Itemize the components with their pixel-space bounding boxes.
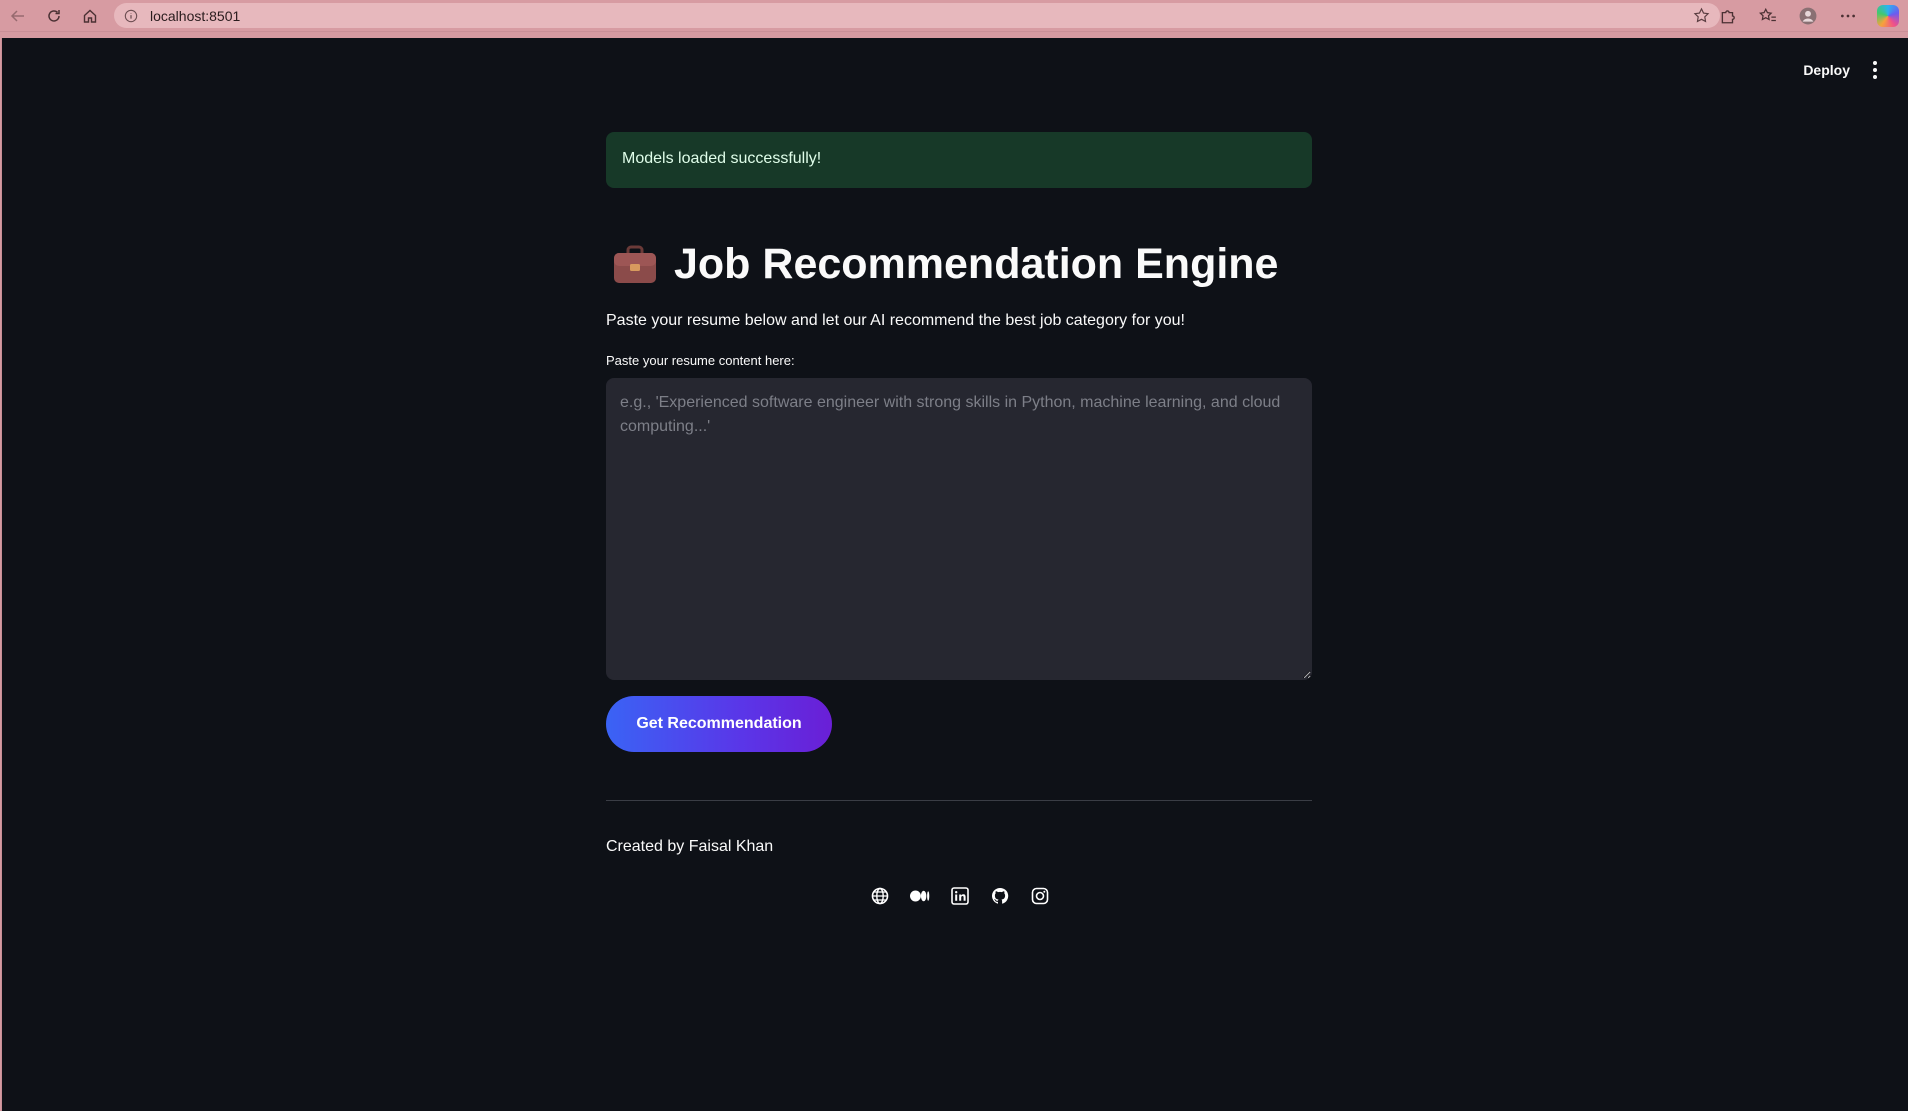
address-bar[interactable]: localhost:8501	[114, 3, 1720, 28]
medium-link[interactable]	[910, 886, 930, 906]
credit-text: Created by Faisal Khan	[606, 838, 774, 855]
get-recommendation-button[interactable]: Get Recommendation	[606, 696, 832, 752]
back-arrow-icon	[10, 9, 24, 22]
website-link[interactable]	[870, 886, 890, 906]
app-viewport: Deploy Models loaded successfully! Job R…	[1, 38, 1908, 1111]
copilot-button[interactable]	[1868, 0, 1908, 32]
instagram-icon	[1031, 887, 1049, 905]
social-links	[870, 886, 1070, 906]
more-options-button[interactable]	[1828, 0, 1868, 32]
site-info-icon[interactable]	[124, 9, 138, 23]
page-subtitle: Paste your resume below and let our AI r…	[606, 312, 1185, 329]
linkedin-link[interactable]	[950, 886, 970, 906]
back-button[interactable]	[0, 0, 36, 32]
globe-icon	[871, 887, 889, 905]
reload-icon	[48, 9, 60, 22]
puzzle-icon	[1721, 10, 1735, 24]
ellipsis-icon	[1841, 14, 1855, 18]
browser-toolbar: localhost:8501	[0, 0, 1908, 32]
title-text: Job Recommendation Engine	[674, 240, 1279, 288]
linkedin-icon	[951, 887, 969, 905]
github-icon	[991, 887, 1009, 904]
home-button[interactable]	[72, 0, 108, 32]
home-icon	[83, 9, 97, 23]
deploy-button[interactable]: Deploy	[1803, 62, 1850, 78]
browser-actions	[1708, 0, 1908, 32]
url-text: localhost:8501	[150, 7, 241, 24]
resume-input[interactable]	[606, 378, 1312, 680]
medium-icon	[910, 890, 930, 902]
github-link[interactable]	[990, 886, 1010, 906]
favorites-button[interactable]	[1748, 0, 1788, 32]
instagram-link[interactable]	[1030, 886, 1050, 906]
page-title: Job Recommendation Engine	[612, 240, 1278, 289]
favorites-icon	[1759, 7, 1776, 22]
main-menu-icon[interactable]	[1868, 60, 1882, 80]
copilot-icon	[1877, 5, 1899, 27]
extensions-button[interactable]	[1708, 0, 1748, 32]
resume-input-label: Paste your resume content here:	[606, 353, 795, 368]
reload-button[interactable]	[36, 0, 72, 32]
success-alert: Models loaded successfully!	[606, 132, 1312, 188]
success-message: Models loaded successfully!	[622, 150, 822, 167]
briefcase-icon	[614, 245, 656, 283]
profile-button[interactable]	[1788, 0, 1828, 32]
profile-avatar-icon	[1799, 7, 1817, 25]
divider	[606, 800, 1312, 801]
